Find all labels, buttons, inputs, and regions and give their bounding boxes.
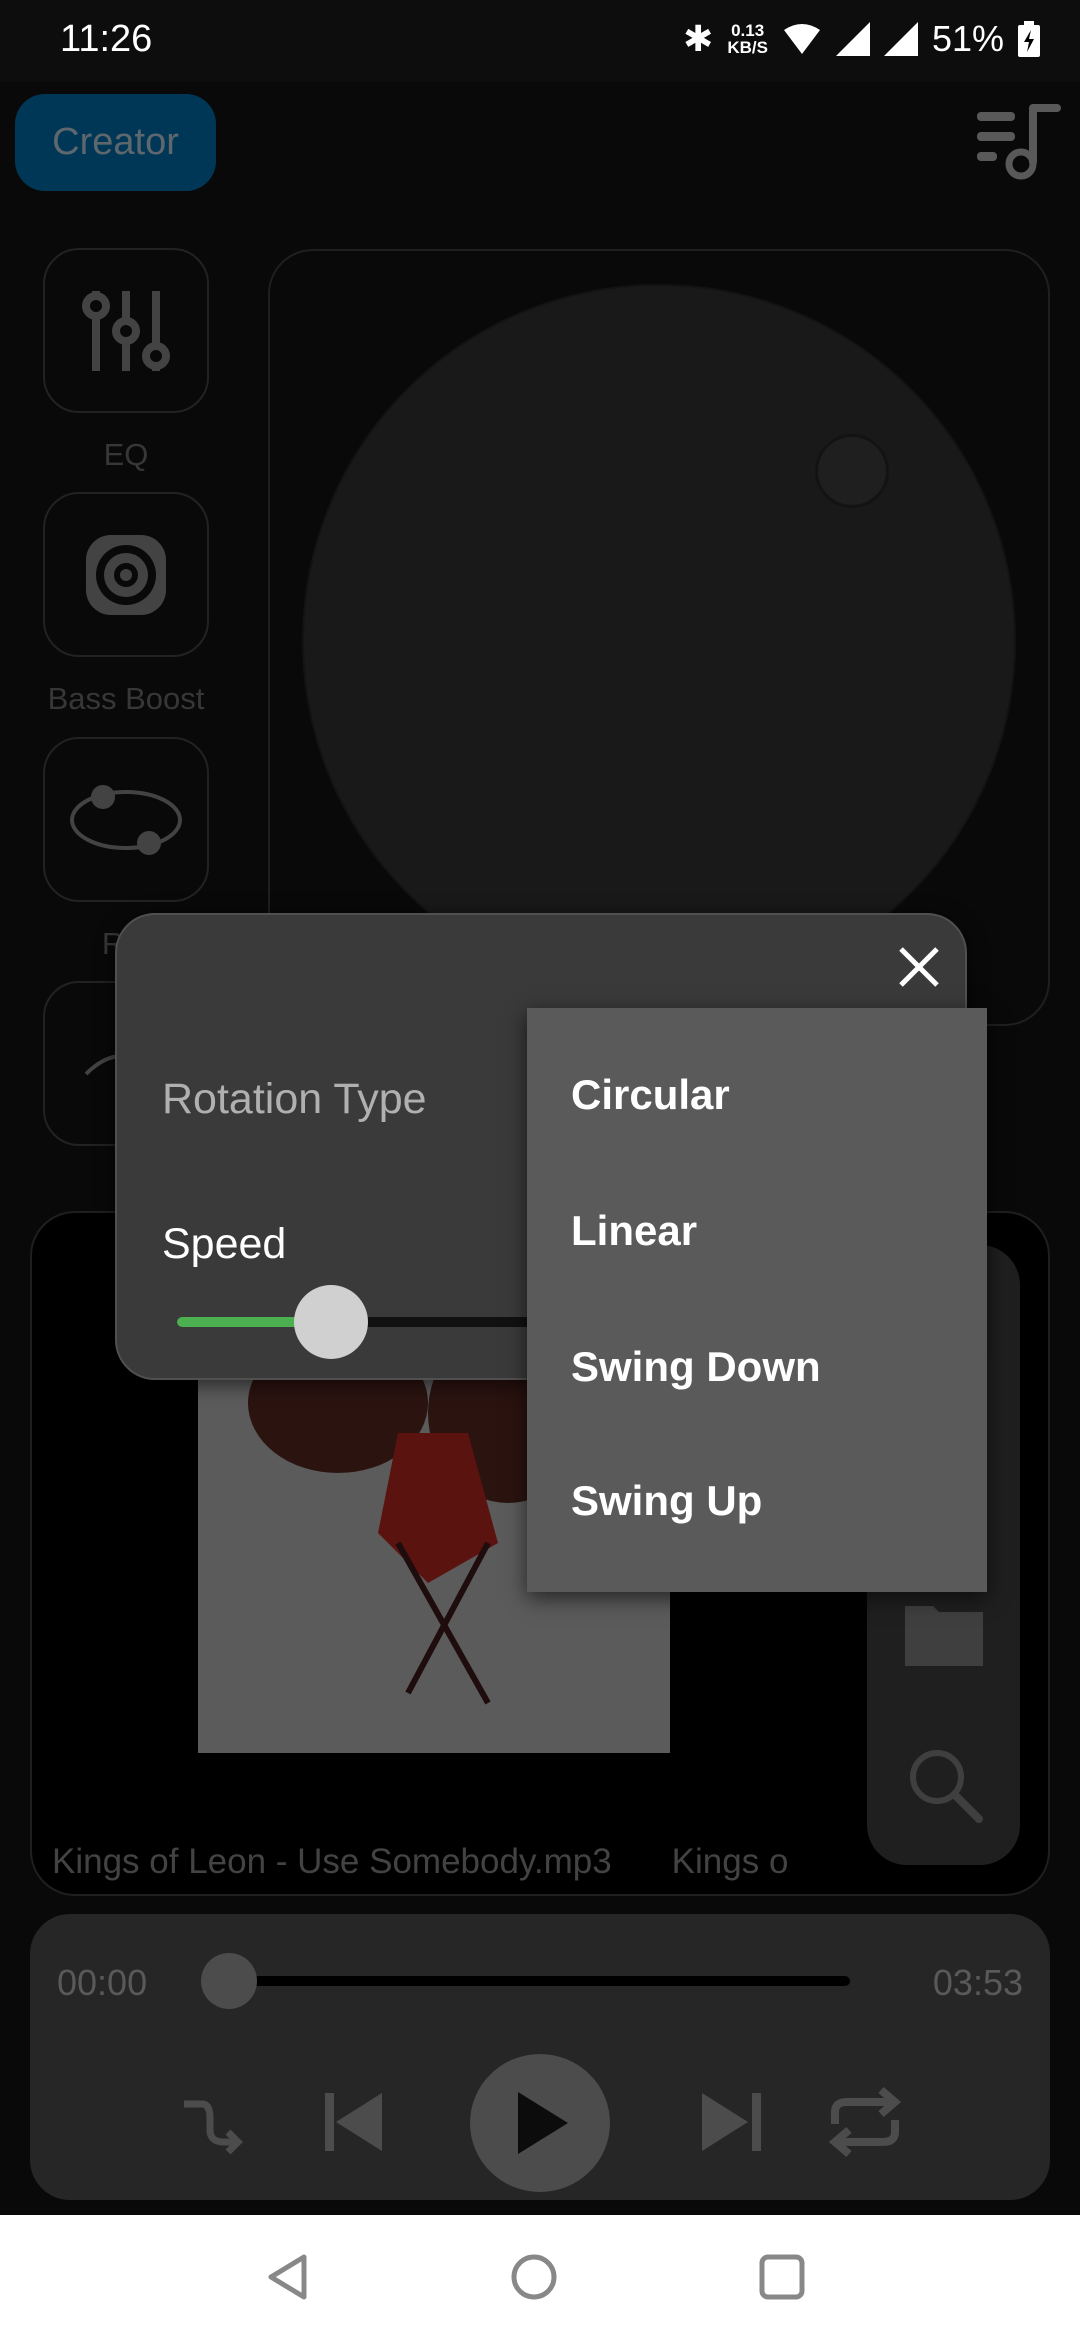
status-icons: ✱ 0.13 KB/S 51% — [683, 18, 1040, 60]
signal-icon-2 — [883, 22, 918, 56]
bluetooth-icon: ✱ — [683, 18, 714, 59]
menu-item-swing-up[interactable]: Swing Up — [571, 1477, 762, 1525]
battery-charging-icon — [1018, 21, 1040, 57]
menu-item-circular[interactable]: Circular — [571, 1071, 730, 1119]
menu-item-swing-down[interactable]: Swing Down — [571, 1343, 821, 1391]
clock: 11:26 — [60, 18, 153, 60]
rotation-type-menu: Circular Linear Swing Down Swing Up — [527, 1008, 987, 1592]
speed-label: Speed — [162, 1220, 287, 1268]
rotation-type-label: Rotation Type — [162, 1075, 427, 1123]
signal-icon — [835, 22, 870, 56]
battery-percent: 51% — [931, 18, 1004, 59]
home-icon[interactable] — [510, 2253, 558, 2301]
wifi-icon — [783, 24, 820, 54]
recents-icon[interactable] — [758, 2253, 806, 2301]
back-icon[interactable] — [266, 2253, 310, 2301]
net-speed: 0.13 KB/S — [727, 22, 768, 56]
status-bar: 11:26 ✱ 0.13 KB/S 51% — [0, 0, 1080, 82]
net-speed-unit: KB/S — [727, 38, 768, 57]
close-icon[interactable] — [897, 945, 941, 989]
speed-slider-thumb[interactable] — [294, 1285, 368, 1359]
navigation-bar — [0, 2215, 1080, 2340]
menu-item-linear[interactable]: Linear — [571, 1207, 697, 1255]
